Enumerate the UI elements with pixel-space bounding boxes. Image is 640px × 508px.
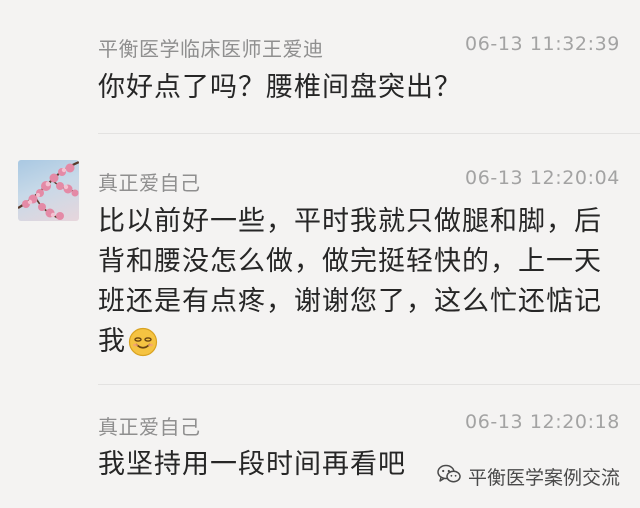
wechat-icon: [437, 464, 461, 489]
comment-timestamp: 06-13 12:20:18: [465, 411, 620, 433]
comment-author[interactable]: 平衡医学临床医师王爱迪: [98, 33, 324, 62]
watermark-text: 平衡医学案例交流: [467, 467, 620, 489]
cherry-blossom-avatar[interactable]: [18, 160, 79, 221]
comment-author[interactable]: 真正爱自己: [98, 167, 201, 196]
watermark: 平衡医学案例交流: [437, 463, 620, 490]
comment-text: 你好点了吗？腰椎间盘突出？: [98, 72, 462, 103]
comment-timestamp: 06-13 11:32:39: [465, 33, 620, 55]
comment-text-block: 比以前好一些，平时我就只做腿和脚，后背和腰没怎么做，做完挺轻快的，上一天班还是有…: [98, 202, 618, 369]
comment-timestamp: 06-13 12:20:04: [465, 167, 620, 189]
comment-item: 平衡医学临床医师王爱迪 06-13 11:32:39 你好点了吗？腰椎间盘突出？: [0, 0, 640, 133]
comment-thread: 平衡医学临床医师王爱迪 06-13 11:32:39 你好点了吗？腰椎间盘突出？: [0, 0, 640, 508]
smiley-emoji-icon: [128, 327, 158, 369]
comment-author[interactable]: 真正爱自己: [98, 411, 201, 440]
comment-item: 真正爱自己 06-13 12:20:04 比以前好一些，平时我就只做腿和脚，后背…: [0, 134, 640, 384]
comment-text: 比以前好一些，平时我就只做腿和脚，后背和腰没怎么做，做完挺轻快的，上一天班还是有…: [98, 206, 602, 357]
